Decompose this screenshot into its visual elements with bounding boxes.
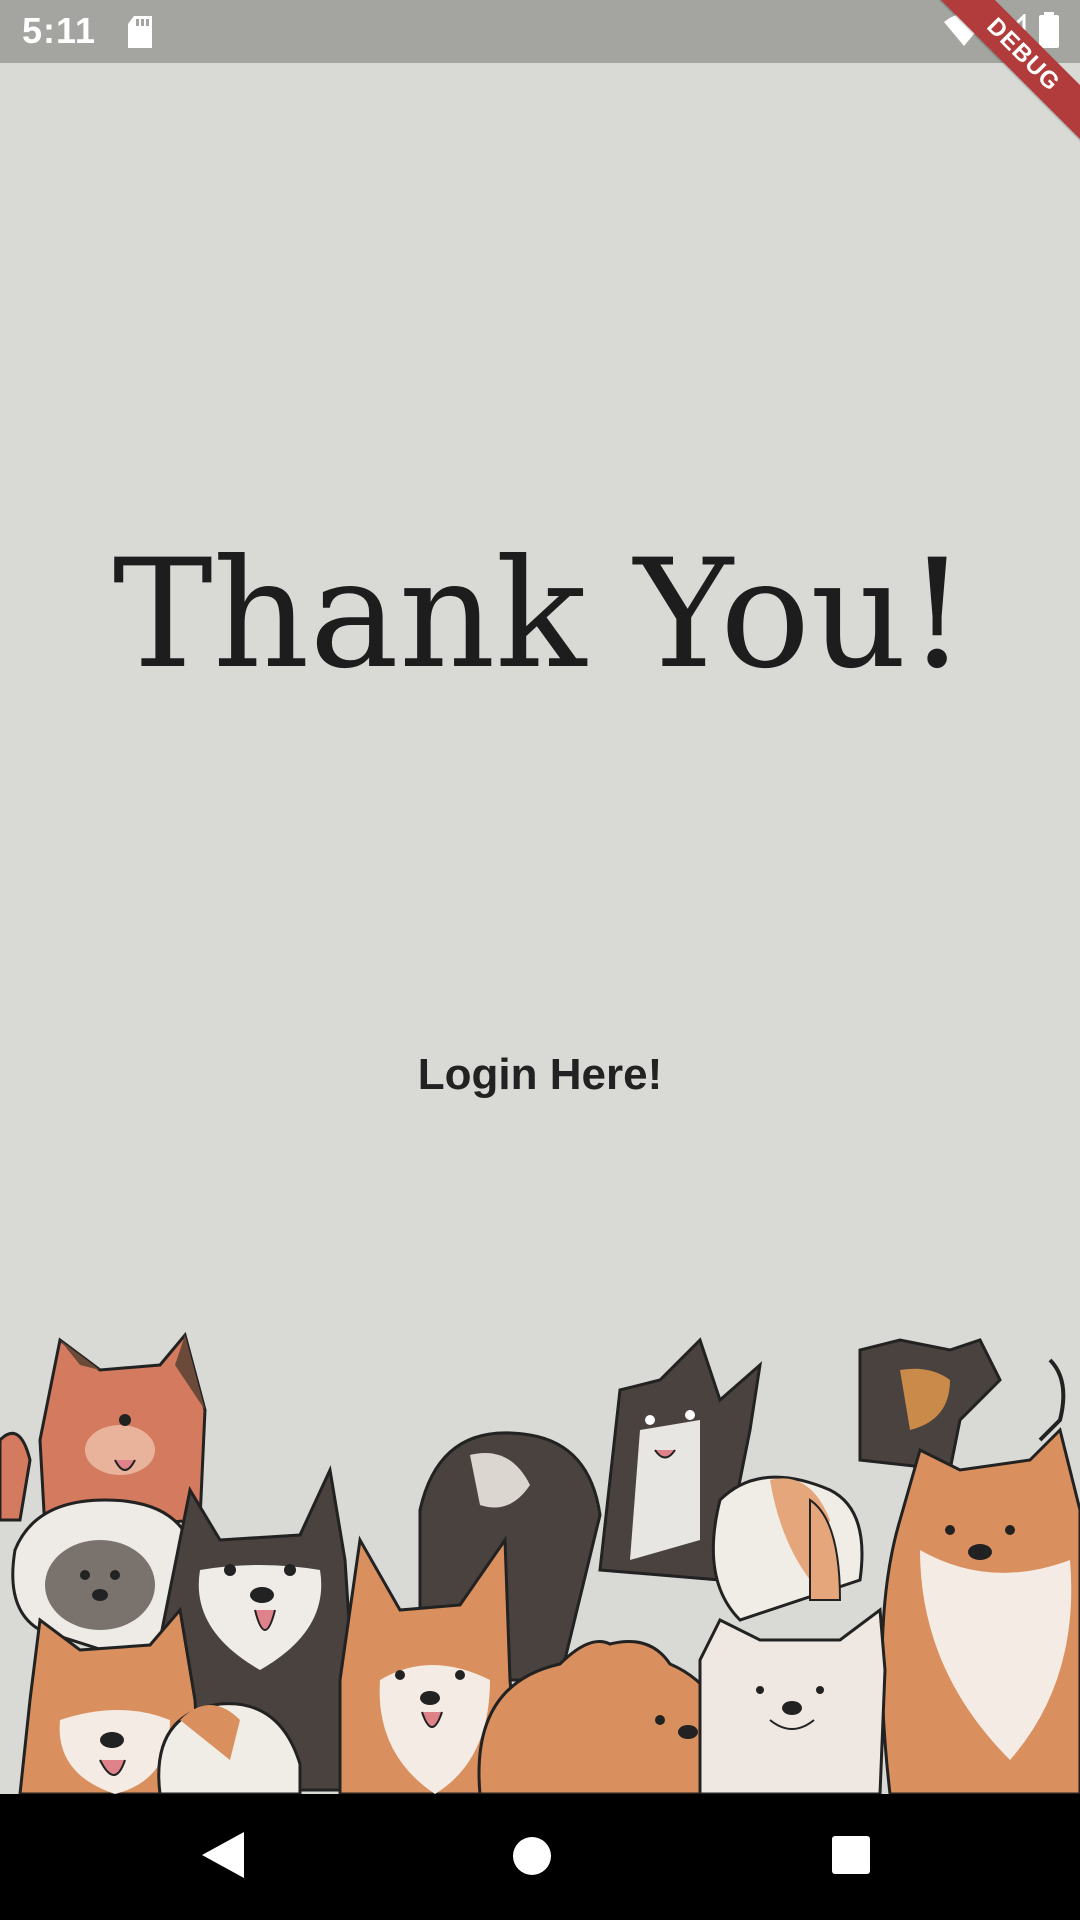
- page-title: Thank You!: [112, 528, 968, 702]
- dogs-illustration: [0, 1331, 1080, 1794]
- status-time: 5:11: [22, 10, 97, 51]
- recents-icon[interactable]: [830, 1834, 872, 1881]
- home-icon[interactable]: [510, 1834, 554, 1883]
- back-icon[interactable]: [200, 1830, 246, 1885]
- login-here-link[interactable]: Login Here!: [390, 1040, 690, 1110]
- debug-banner: DEBUG: [920, 0, 1080, 160]
- status-bar: 5:11: [0, 0, 1080, 63]
- sd-card-icon: [126, 16, 154, 53]
- nav-bar: [0, 1794, 1080, 1920]
- debug-label: DEBUG: [928, 0, 1080, 150]
